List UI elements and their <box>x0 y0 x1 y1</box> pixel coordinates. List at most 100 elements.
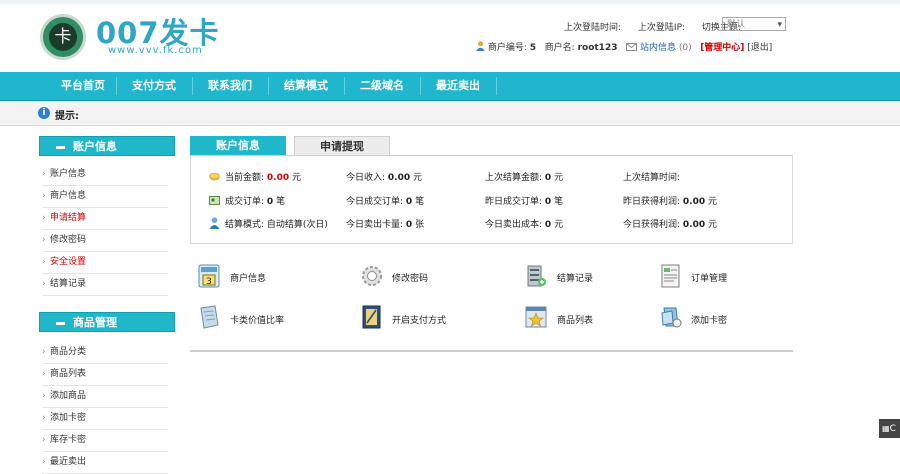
order-doc-icon[interactable] <box>660 264 682 288</box>
quick-link-enable-payment[interactable]: 开启支付方式 <box>392 313 446 326</box>
bullet-icon: › <box>42 235 46 245</box>
bullet-icon: › <box>42 413 46 423</box>
stat-settle-mode: 结算模式: 自动结算(次日) <box>225 217 328 230</box>
bullet-icon: › <box>42 347 46 357</box>
quick-link-merchant-info[interactable]: 商户信息 <box>230 271 266 284</box>
stat-value: 0 <box>544 173 552 183</box>
mail-icon <box>626 43 638 54</box>
chevron-down-icon: ▾ <box>777 20 782 30</box>
quick-link-goods-list[interactable]: 商品列表 <box>557 313 593 326</box>
stat-label: 今日收入: <box>346 173 386 183</box>
merchant-card-icon[interactable]: 3 <box>198 264 220 288</box>
sidebar-account-item-label: 申请结算 <box>50 213 87 223</box>
inbox-link[interactable]: 站内信息 <box>640 43 676 53</box>
sidebar-account-item[interactable]: › 申请结算 <box>42 207 168 230</box>
tip-bar: i 提示: <box>0 101 900 126</box>
sidebar-goods-item-label: 商品列表 <box>50 369 87 379</box>
logout-link[interactable]: [退出] <box>747 43 772 53</box>
sidebar-goods-item[interactable]: › 商品分类 <box>42 341 168 364</box>
stat-unit: 元 <box>708 220 718 230</box>
browser-toolbar-strip <box>0 0 900 4</box>
sidebar-account-item-label: 安全设置 <box>50 257 87 267</box>
bullet-icon: › <box>42 435 46 445</box>
stat-label: 上次结算时间: <box>623 173 681 183</box>
sidebar-goods-item[interactable]: › 库存卡密 <box>42 429 168 452</box>
tab-apply-withdraw[interactable]: 申请提现 <box>294 136 390 155</box>
content-divider <box>190 350 793 352</box>
inbox-count: (0) <box>678 43 692 53</box>
sidebar-account-item-label: 账户信息 <box>50 169 87 179</box>
stat-unit: 笔 <box>415 197 425 207</box>
sidebar-account-header[interactable]: 账户信息 <box>39 136 175 156</box>
database-icon[interactable] <box>525 264 547 288</box>
quick-link-change-password[interactable]: 修改密码 <box>392 271 428 284</box>
card-ratio-icon[interactable] <box>198 305 220 329</box>
info-icon: i <box>38 107 50 119</box>
nav-payment[interactable]: 支付方式 <box>116 72 192 100</box>
bullet-icon: › <box>42 213 46 223</box>
last-login-ip-label: 上次登陆IP: <box>637 23 686 33</box>
sidebar-account-item[interactable]: › 商户信息 <box>42 185 168 208</box>
quick-link-settle-records[interactable]: 结算记录 <box>557 271 593 284</box>
add-card-icon[interactable] <box>660 305 682 329</box>
header-row2: 商户编号: 5 商户名: root123 站内信息 (0) [管理中心] [退出… <box>476 40 772 54</box>
nav-subdomain[interactable]: 二级域名 <box>344 72 420 100</box>
sidebar-goods-header[interactable]: 商品管理 <box>39 312 175 332</box>
stat-label: 今日成交订单: <box>346 197 404 207</box>
sidebar-account-item-label: 商户信息 <box>50 191 87 201</box>
bullet-icon: › <box>42 169 46 179</box>
site-logo[interactable]: 卡 007发卡 www.vvv.fk.com <box>40 12 240 64</box>
stat-value: 0 <box>405 197 413 207</box>
star-list-icon[interactable] <box>525 305 547 329</box>
payment-book-icon[interactable] <box>361 305 383 329</box>
nav-home[interactable]: 平台首页 <box>40 72 126 100</box>
theme-select[interactable]: 默认 ▾ <box>722 17 786 31</box>
sidebar-account-item-label: 修改密码 <box>50 235 87 245</box>
nav-recent-sold[interactable]: 最近卖出 <box>420 72 496 100</box>
header-row1: 上次登陆时间: 上次登陆IP: 切换主题: <box>564 20 741 33</box>
merchant-id-label: 商户编号: <box>487 43 527 53</box>
stat-label: 当前金额: <box>225 173 265 183</box>
floating-chat-button[interactable]: ▦C <box>879 419 900 438</box>
sidebar-goods-item[interactable]: › 最近卖出 <box>42 451 168 474</box>
merchant-id-value: 5 <box>529 43 537 53</box>
logo-badge-char: 卡 <box>49 23 77 51</box>
quick-link-order-management[interactable]: 订单管理 <box>691 271 727 284</box>
sidebar-goods-item[interactable]: › 添加卡密 <box>42 407 168 430</box>
tab-account-info[interactable]: 账户信息 <box>190 136 286 155</box>
stat-today-cost: 今日卖出成本: 0 元 <box>485 217 563 230</box>
sidebar-account-title: 账户信息 <box>73 140 117 153</box>
account-stats-panel: 当前金额: 0.00 元 今日收入: 0.00 元 上次结算金额: 0 元 上次… <box>190 155 793 244</box>
stat-unit: 元 <box>554 220 564 230</box>
quick-link-add-card[interactable]: 添加卡密 <box>691 313 727 326</box>
nav-divider <box>496 77 497 95</box>
sidebar-goods-item[interactable]: › 商品列表 <box>42 363 168 386</box>
stat-value: 0.00 <box>682 197 706 207</box>
bullet-icon: › <box>42 369 46 379</box>
sidebar-account-item[interactable]: › 结算记录 <box>42 273 168 296</box>
last-login-time-label: 上次登陆时间: <box>564 23 622 33</box>
stat-yesterday-orders: 昨日成交订单: 0 笔 <box>485 194 563 207</box>
nav-settlement[interactable]: 结算模式 <box>268 72 344 100</box>
collapse-minus-icon <box>56 321 65 325</box>
admin-center-link[interactable]: [管理中心] <box>700 43 744 53</box>
quick-link-card-ratio[interactable]: 卡类价值比率 <box>230 313 284 326</box>
stat-value: 0 <box>544 197 552 207</box>
sidebar-account-item[interactable]: › 账户信息 <box>42 163 168 186</box>
stat-today-cards-sold: 今日卖出卡量: 0 张 <box>346 217 424 230</box>
person-icon <box>209 217 220 229</box>
sidebar-goods-title: 商品管理 <box>73 316 117 329</box>
nav-contact[interactable]: 联系我们 <box>192 72 268 100</box>
stat-value: 0 <box>405 220 413 230</box>
sidebar-goods-item[interactable]: › 添加商品 <box>42 385 168 408</box>
sidebar-account-item[interactable]: › 安全设置 <box>42 251 168 274</box>
gear-icon[interactable] <box>361 264 383 288</box>
stat-today-orders: 今日成交订单: 0 笔 <box>346 194 424 207</box>
stat-value: 0 <box>266 197 274 207</box>
sidebar-goods-item-label: 添加商品 <box>50 391 87 401</box>
coins-icon <box>209 172 220 181</box>
bullet-icon: › <box>42 279 46 289</box>
logo-badge-icon: 卡 <box>40 14 86 60</box>
sidebar-account-item[interactable]: › 修改密码 <box>42 229 168 252</box>
stat-today-profit: 今日获得利润: 0.00 元 <box>623 217 717 230</box>
